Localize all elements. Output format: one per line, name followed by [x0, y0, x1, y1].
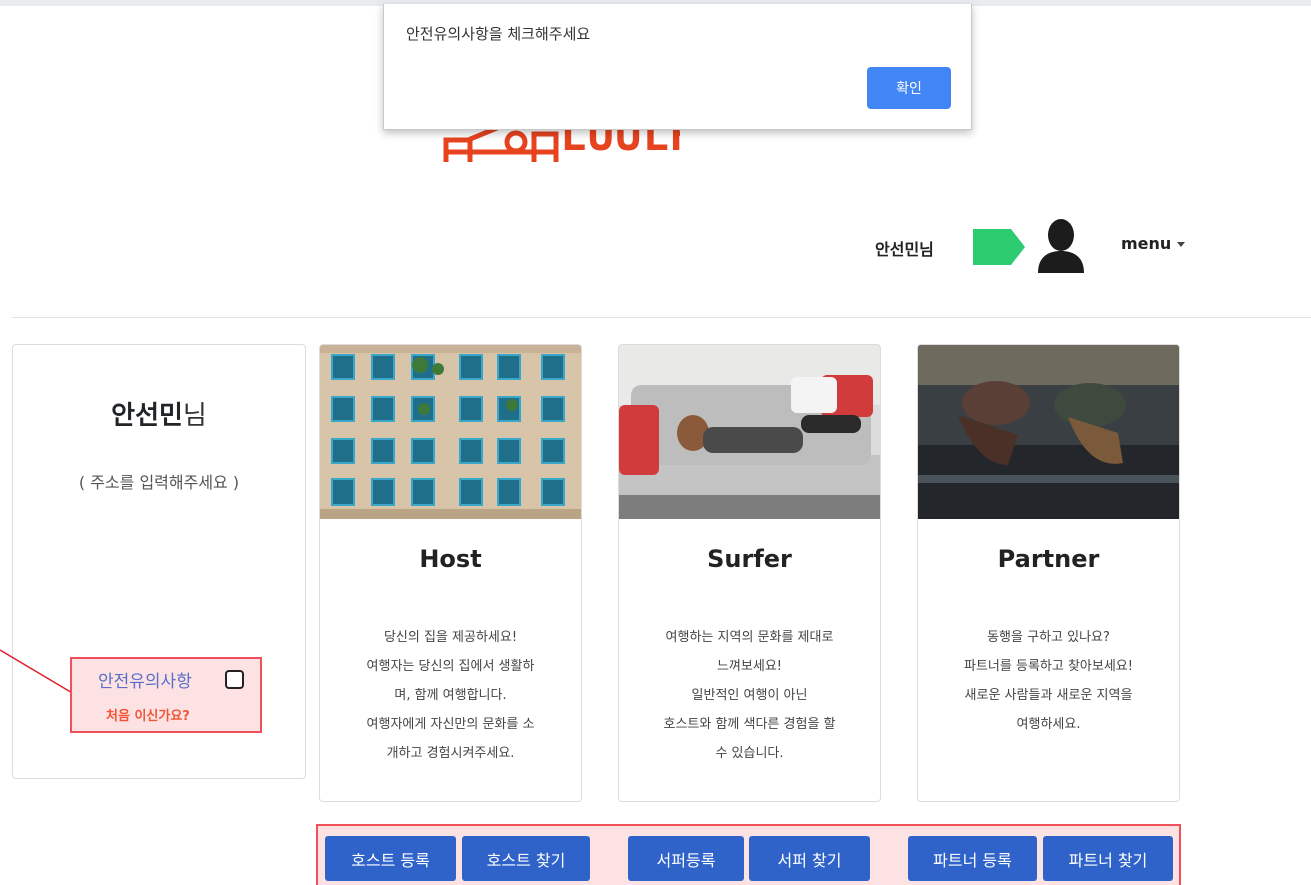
- card-description: 여행하는 지역의 문화를 제대로 느껴보세요! 일반적인 여행이 아닌 호스트와…: [663, 630, 836, 761]
- safety-notice-checkbox[interactable]: [225, 670, 244, 689]
- partner-image: [918, 345, 1179, 519]
- profile-name: 안선민님: [13, 395, 305, 432]
- card-description: 당신의 집을 제공하세요! 여행자는 당신의 집에서 생활하 며, 함께 여행합…: [366, 630, 535, 761]
- avatar-icon[interactable]: [1036, 219, 1086, 273]
- host-card: Host 당신의 집을 제공하세요! 여행자는 당신의 집에서 생활하 며, 함…: [319, 344, 582, 802]
- safety-notice-box: 안전유의사항 처음 이신가요?: [70, 657, 262, 733]
- caret-down-icon: [1177, 242, 1186, 247]
- surfer-register-button[interactable]: 서퍼등록: [628, 836, 744, 881]
- surfer-find-button[interactable]: 서퍼 찾기: [749, 836, 870, 881]
- profile-name-suffix: 님: [182, 401, 207, 431]
- chat-icon[interactable]: [973, 229, 1025, 265]
- user-name: 안선민님: [875, 240, 934, 259]
- first-time-link[interactable]: 처음 이신가요?: [106, 705, 190, 724]
- menu-label: menu: [1121, 234, 1172, 253]
- card-title: Partner: [997, 545, 1100, 573]
- host-find-button[interactable]: 호스트 찾기: [462, 836, 590, 881]
- alert-ok-button[interactable]: 확인: [867, 67, 951, 109]
- profile-address[interactable]: ( 주소를 입력해주세요 ): [13, 469, 305, 493]
- header-divider: [12, 317, 1311, 318]
- profile-name-text: 안선민: [111, 401, 183, 431]
- safety-notice-label[interactable]: 안전유의사항: [98, 667, 192, 692]
- surfer-image: [619, 345, 880, 519]
- menu-dropdown-toggle[interactable]: menu: [1121, 234, 1186, 253]
- surfer-card: Surfer 여행하는 지역의 문화를 제대로 느껴보세요! 일반적인 여행이 …: [618, 344, 881, 802]
- host-register-button[interactable]: 호스트 등록: [325, 836, 456, 881]
- host-image: [320, 345, 581, 519]
- partner-card: Partner 동행을 구하고 있나요? 파트너를 등록하고 찾아보세요! 새로…: [917, 344, 1180, 802]
- card-description: 동행을 구하고 있나요? 파트너를 등록하고 찾아보세요! 새로운 사람들과 새…: [964, 630, 1133, 732]
- annotation-pointer-line: [0, 649, 75, 695]
- partner-find-button[interactable]: 파트너 찾기: [1043, 836, 1173, 881]
- alert-message: 안전유의사항을 체크해주세요: [406, 25, 591, 43]
- alert-dialog: 안전유의사항을 체크해주세요 확인: [383, 4, 972, 130]
- card-title: Host: [419, 545, 482, 573]
- partner-register-button[interactable]: 파트너 등록: [908, 836, 1037, 881]
- card-title: Surfer: [707, 545, 792, 573]
